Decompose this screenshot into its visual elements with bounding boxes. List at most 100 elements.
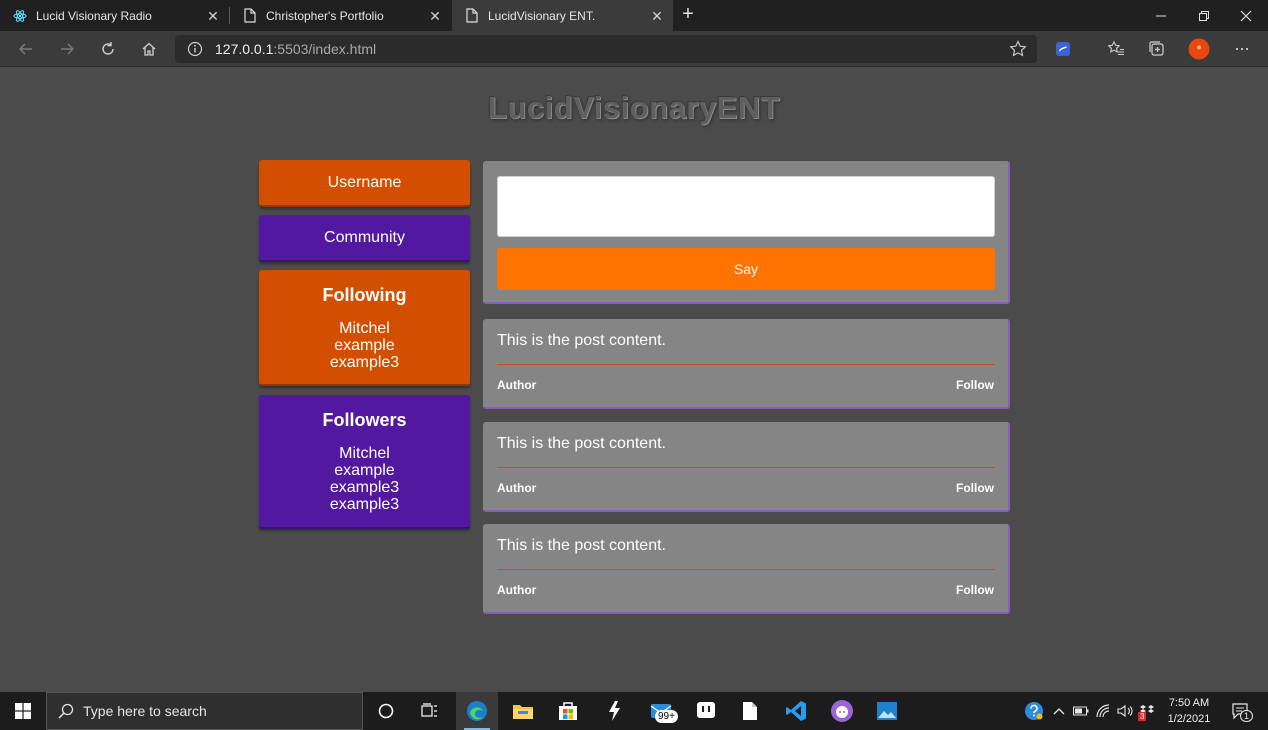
- info-icon[interactable]: [187, 41, 203, 57]
- extension-button[interactable]: [1050, 36, 1076, 62]
- follow-button[interactable]: Follow: [956, 481, 994, 495]
- show-hidden-icons-button[interactable]: [1050, 692, 1068, 730]
- post-divider: [497, 364, 995, 365]
- task-view-button[interactable]: [409, 692, 451, 730]
- follower-item[interactable]: example3: [259, 479, 470, 496]
- collections-button[interactable]: [1144, 36, 1170, 62]
- favorites-icon: [1107, 40, 1124, 56]
- following-panel: Following Mitchel example example3: [259, 270, 470, 386]
- store-icon: [559, 702, 577, 720]
- home-button[interactable]: [136, 36, 162, 62]
- post-card: This is the post content. Author Follow: [483, 422, 1010, 512]
- start-button[interactable]: [0, 692, 46, 730]
- refresh-button[interactable]: [95, 36, 121, 62]
- taskbar-store[interactable]: [547, 692, 589, 730]
- photos-icon: [877, 702, 897, 720]
- following-item[interactable]: example3: [259, 354, 470, 371]
- settings-menu-button[interactable]: [1229, 36, 1255, 62]
- tab-lucid-visionary-radio[interactable]: Lucid Visionary Radio ✕: [0, 0, 229, 31]
- post-card: This is the post content. Author Follow: [483, 319, 1010, 409]
- battery-tray-item[interactable]: [1072, 692, 1090, 730]
- help-tray-item[interactable]: [1022, 692, 1046, 730]
- taskbar-search[interactable]: Type here to search: [46, 692, 363, 730]
- url-text[interactable]: 127.0.0.1:5503/index.html: [215, 41, 376, 57]
- minimize-icon: [1156, 15, 1166, 16]
- vscode-icon: [786, 701, 806, 721]
- post-composer: Say: [483, 161, 1010, 304]
- cortana-icon: [378, 703, 394, 719]
- community-button[interactable]: Community: [259, 215, 470, 262]
- close-icon[interactable]: ✕: [649, 8, 665, 24]
- wifi-tray-item[interactable]: [1095, 692, 1113, 730]
- post-input[interactable]: [497, 176, 995, 237]
- favorites-button[interactable]: [1103, 36, 1129, 62]
- taskbar-vscode[interactable]: [775, 692, 817, 730]
- taskbar-notepad[interactable]: [729, 692, 771, 730]
- home-icon: [142, 42, 156, 56]
- post-author[interactable]: Author: [497, 378, 536, 392]
- close-window-button[interactable]: [1224, 0, 1268, 31]
- windows-logo-icon: [15, 703, 31, 719]
- back-button[interactable]: [13, 36, 39, 62]
- arrow-right-icon: [61, 43, 74, 55]
- avatar-icon: [1188, 38, 1210, 60]
- forward-button[interactable]: [54, 36, 80, 62]
- new-tab-button[interactable]: +: [677, 3, 699, 25]
- taskbar-app-chat[interactable]: [685, 692, 727, 730]
- github-icon: [831, 700, 853, 722]
- taskbar-mail[interactable]: 99+: [640, 692, 682, 730]
- username-button[interactable]: Username: [259, 160, 470, 207]
- follower-item[interactable]: example: [259, 462, 470, 479]
- post-content: This is the post content.: [497, 435, 666, 452]
- followers-heading: Followers: [322, 410, 407, 430]
- followers-panel: Followers Mitchel example example3 examp…: [259, 395, 470, 529]
- notification-center-button[interactable]: 1: [1225, 692, 1255, 730]
- document-icon: [743, 702, 757, 720]
- edge-icon: [467, 701, 487, 721]
- following-item[interactable]: Mitchel: [259, 320, 470, 337]
- follow-button[interactable]: Follow: [956, 583, 994, 597]
- followers-list: Mitchel example example3 example3: [259, 445, 470, 513]
- clock-date: 1/2/2021: [1167, 713, 1211, 725]
- minimize-button[interactable]: [1139, 0, 1183, 31]
- restore-button[interactable]: [1182, 0, 1226, 31]
- taskbar-clock[interactable]: 7:50 AM 1/2/2021: [1160, 695, 1218, 727]
- taskbar-github[interactable]: [821, 692, 863, 730]
- close-icon[interactable]: ✕: [427, 8, 443, 24]
- chevron-up-icon: [1053, 708, 1065, 715]
- post-author[interactable]: Author: [497, 481, 536, 495]
- follower-item[interactable]: Mitchel: [259, 445, 470, 462]
- browser-tabstrip: Lucid Visionary Radio ✕ Christopher's Po…: [0, 0, 1268, 31]
- taskbar-file-explorer[interactable]: [502, 692, 544, 730]
- react-icon: [12, 8, 28, 24]
- post-content: This is the post content.: [497, 332, 666, 349]
- taskbar-photos[interactable]: [866, 692, 908, 730]
- cortana-button[interactable]: [365, 692, 407, 730]
- volume-tray-item[interactable]: [1116, 692, 1134, 730]
- tab-lucidvisionary-ent[interactable]: LucidVisionary ENT. ✕: [452, 0, 673, 31]
- web-page: LucidVisionaryENT Username Community Fol…: [0, 68, 1268, 692]
- close-icon[interactable]: ✕: [205, 8, 221, 24]
- say-button[interactable]: Say: [497, 248, 995, 290]
- tab-title: LucidVisionary ENT.: [488, 8, 596, 23]
- following-item[interactable]: example: [259, 337, 470, 354]
- url-path: :5503/index.html: [273, 41, 377, 57]
- address-bar[interactable]: 127.0.0.1:5503/index.html: [175, 35, 1037, 63]
- follow-button[interactable]: Follow: [956, 378, 994, 392]
- dropbox-tray-item[interactable]: 3: [1138, 692, 1156, 730]
- post-divider: [497, 467, 995, 468]
- more-dots-icon: [1235, 47, 1249, 51]
- taskbar-app-bolt[interactable]: [593, 692, 635, 730]
- favorite-star-icon[interactable]: [1009, 40, 1027, 58]
- taskbar-edge[interactable]: [456, 692, 498, 730]
- community-label: Community: [324, 228, 405, 246]
- post-author[interactable]: Author: [497, 583, 536, 597]
- tab-title: Christopher's Portfolio: [266, 8, 384, 23]
- url-host: 127.0.0.1: [215, 41, 274, 57]
- tab-christophers-portfolio[interactable]: Christopher's Portfolio ✕: [230, 0, 451, 31]
- profile-avatar[interactable]: [1186, 36, 1212, 62]
- follower-item[interactable]: example3: [259, 496, 470, 513]
- collections-icon: [1149, 41, 1164, 56]
- page-icon: [464, 8, 480, 24]
- battery-icon: [1073, 706, 1089, 716]
